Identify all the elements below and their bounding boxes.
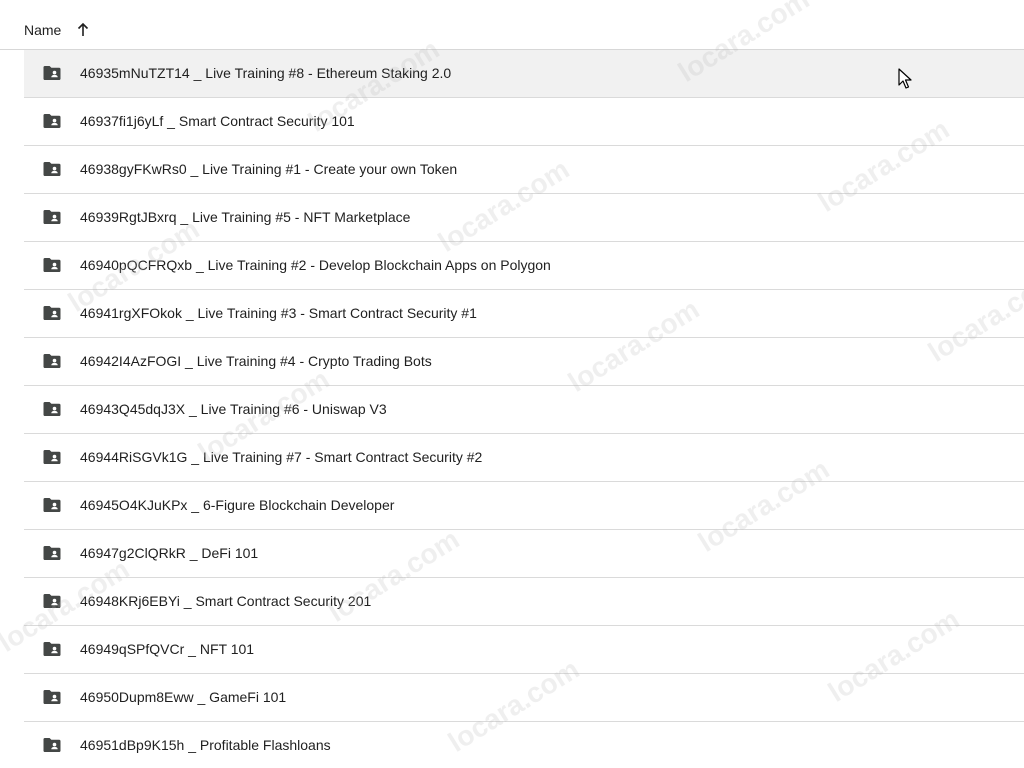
folder-name: 46935mNuTZT14 _ Live Training #8 - Ether…: [80, 65, 452, 81]
shared-folder-icon: [42, 65, 62, 81]
shared-folder-icon: [42, 737, 62, 753]
shared-folder-icon: [42, 545, 62, 561]
shared-folder-icon: [42, 257, 62, 273]
folder-row[interactable]: 46942I4AzFOGI _ Live Training #4 - Crypt…: [24, 338, 1024, 386]
folder-row[interactable]: 46944RiSGVk1G _ Live Training #7 - Smart…: [24, 434, 1024, 482]
folder-row[interactable]: 46950Dupm8Eww _ GameFi 101: [24, 674, 1024, 722]
folder-row[interactable]: 46940pQCFRQxb _ Live Training #2 - Devel…: [24, 242, 1024, 290]
folder-name: 46948KRj6EBYi _ Smart Contract Security …: [80, 593, 372, 609]
list-header: Name: [0, 0, 1024, 50]
folder-row[interactable]: 46937fi1j6yLf _ Smart Contract Security …: [24, 98, 1024, 146]
folder-name: 46939RgtJBxrq _ Live Training #5 - NFT M…: [80, 209, 411, 225]
shared-folder-icon: [42, 449, 62, 465]
shared-folder-icon: [42, 641, 62, 657]
shared-folder-icon: [42, 113, 62, 129]
folder-row[interactable]: 46939RgtJBxrq _ Live Training #5 - NFT M…: [24, 194, 1024, 242]
shared-folder-icon: [42, 353, 62, 369]
name-column-header: Name: [24, 22, 62, 38]
folder-row[interactable]: 46947g2ClQRkR _ DeFi 101: [24, 530, 1024, 578]
file-browser: Name 46935mNuTZT14 _ Live Training #8 - …: [0, 0, 1024, 768]
folder-row[interactable]: 46938gyFKwRs0 _ Live Training #1 - Creat…: [24, 146, 1024, 194]
folder-name: 46940pQCFRQxb _ Live Training #2 - Devel…: [80, 257, 551, 273]
folder-row[interactable]: 46941rgXFOkok _ Live Training #3 - Smart…: [24, 290, 1024, 338]
shared-folder-icon: [42, 593, 62, 609]
shared-folder-icon: [42, 497, 62, 513]
folder-name: 46949qSPfQVCr _ NFT 101: [80, 641, 255, 657]
folder-name: 46944RiSGVk1G _ Live Training #7 - Smart…: [80, 449, 483, 465]
folder-row[interactable]: 46935mNuTZT14 _ Live Training #8 - Ether…: [24, 50, 1024, 98]
folder-list: 46935mNuTZT14 _ Live Training #8 - Ether…: [24, 50, 1024, 768]
shared-folder-icon: [42, 305, 62, 321]
folder-name: 46937fi1j6yLf _ Smart Contract Security …: [80, 113, 355, 129]
folder-row[interactable]: 46943Q45dqJ3X _ Live Training #6 - Unisw…: [24, 386, 1024, 434]
folder-name: 46943Q45dqJ3X _ Live Training #6 - Unisw…: [80, 401, 387, 417]
folder-name: 46938gyFKwRs0 _ Live Training #1 - Creat…: [80, 161, 458, 177]
folder-row[interactable]: 46945O4KJuKPx _ 6-Figure Blockchain Deve…: [24, 482, 1024, 530]
shared-folder-icon: [42, 209, 62, 225]
folder-row[interactable]: 46949qSPfQVCr _ NFT 101: [24, 626, 1024, 674]
shared-folder-icon: [42, 161, 62, 177]
folder-row[interactable]: 46948KRj6EBYi _ Smart Contract Security …: [24, 578, 1024, 626]
folder-name: 46951dBp9K15h _ Profitable Flashloans: [80, 737, 331, 753]
folder-name: 46942I4AzFOGI _ Live Training #4 - Crypt…: [80, 353, 432, 369]
folder-name: 46950Dupm8Eww _ GameFi 101: [80, 689, 287, 705]
shared-folder-icon: [42, 689, 62, 705]
folder-row[interactable]: 46951dBp9K15h _ Profitable Flashloans: [24, 722, 1024, 768]
arrow-up-icon[interactable]: [75, 22, 91, 38]
folder-name: 46945O4KJuKPx _ 6-Figure Blockchain Deve…: [80, 497, 395, 513]
shared-folder-icon: [42, 401, 62, 417]
sort-by-name-button[interactable]: Name: [24, 16, 91, 44]
folder-name: 46941rgXFOkok _ Live Training #3 - Smart…: [80, 305, 477, 321]
folder-name: 46947g2ClQRkR _ DeFi 101: [80, 545, 259, 561]
